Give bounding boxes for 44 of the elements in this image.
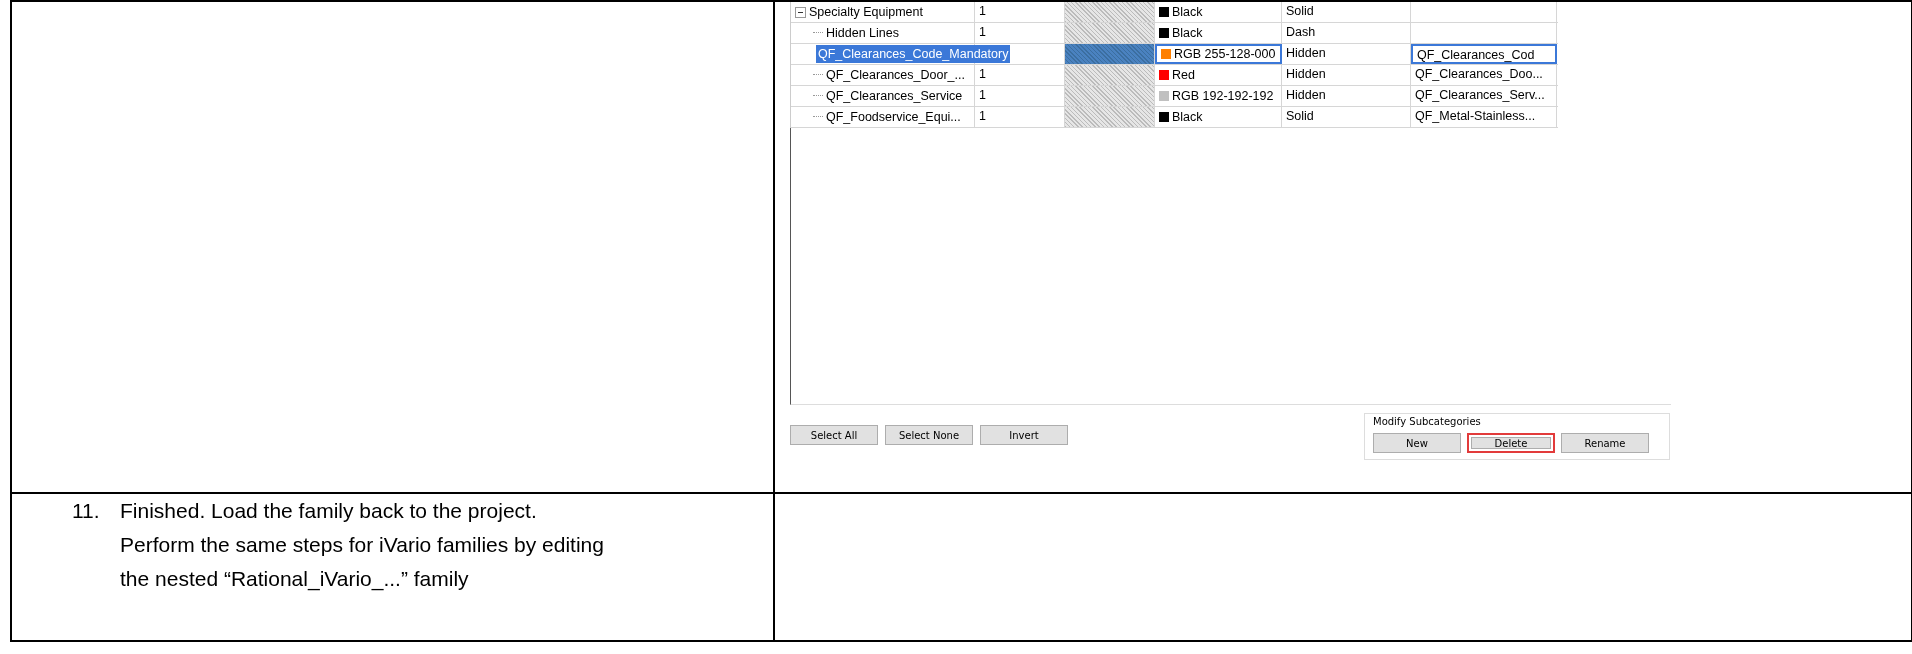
material-cell: QF_Metal-Stainless... xyxy=(1411,107,1557,127)
subcategory-name: QF_Clearances_Code_Mandatory xyxy=(816,45,1011,63)
tree-line xyxy=(813,116,823,118)
collapse-icon[interactable] xyxy=(795,6,806,18)
tree-line xyxy=(813,32,823,34)
line-color-label: Black xyxy=(1172,109,1203,126)
select-button[interactable]: Invert xyxy=(980,425,1068,445)
step-text: Perform the same steps for iVario families by editing xyxy=(120,532,604,558)
table-row[interactable]: QF_Foodservice_Equi... 1 Black Solid QF_Metal-Stainless... xyxy=(791,107,1558,128)
line-pattern-cell: Hidden xyxy=(1282,86,1411,106)
select-button[interactable]: Select All xyxy=(790,425,878,445)
line-pattern-cell: Hidden xyxy=(1282,65,1411,85)
table-row[interactable]: Specialty Equipment 1 Black Solid xyxy=(791,2,1558,23)
material-cell: QF_Clearances_Doo... xyxy=(1411,65,1557,85)
line-color-label: Black xyxy=(1172,4,1203,21)
line-pattern-cell: Hidden xyxy=(1282,44,1411,64)
line-color-label: Red xyxy=(1172,67,1195,84)
line-color-label: RGB 192-192-192 xyxy=(1172,88,1274,105)
line-pattern-cell: Solid xyxy=(1282,107,1411,127)
step-text: the nested “Rational_iVario_...” family xyxy=(120,566,470,593)
subcategory-name: QF_Foodservice_Equi... xyxy=(826,109,961,126)
table-row[interactable]: QF_Clearances_Service 1 RGB 192-192-192 Hidden QF_Clearances_Serv... xyxy=(791,86,1558,107)
subcategory-button[interactable]: New xyxy=(1373,433,1461,453)
subcategory-name: Hidden Lines xyxy=(826,25,899,42)
tree-line xyxy=(813,74,823,76)
table-row[interactable]: Hidden Lines 1 Black Dash xyxy=(791,23,1558,44)
table-row[interactable]: QF_Clearances_Door_... 1 Red Hidden QF_Clearances_Doo... xyxy=(791,65,1558,86)
line-pattern-cell: Dash xyxy=(1282,23,1411,43)
line-pattern-cell: Solid xyxy=(1282,2,1411,22)
step-text: Finished. Load the family back to the project. xyxy=(120,498,538,524)
subcategory-button[interactable]: Delete xyxy=(1467,433,1555,453)
subcategory-name: QF_Clearances_Service xyxy=(826,88,963,105)
material-cell: QF_Clearances_Serv... xyxy=(1411,86,1557,106)
subcategory-name: Specialty Equipment xyxy=(809,4,923,21)
material-cell: QF_Clearances_Cod xyxy=(1411,44,1557,64)
step-number: 11. xyxy=(72,498,101,524)
line-color-label: RGB 255-128-000 xyxy=(1174,46,1276,63)
table-row[interactable]: QF_Clearances_Code_Mandatory RGB 255-128-000 Hidden QF_Clearances_Cod xyxy=(791,44,1558,65)
select-button[interactable]: Select None xyxy=(885,425,973,445)
subcategory-button[interactable]: Rename xyxy=(1561,433,1649,453)
line-color-label: Black xyxy=(1172,25,1203,42)
group-title: Modify Subcategories xyxy=(1373,416,1482,427)
tree-line xyxy=(813,95,823,97)
subcategory-name: QF_Clearances_Door_... xyxy=(826,67,965,84)
